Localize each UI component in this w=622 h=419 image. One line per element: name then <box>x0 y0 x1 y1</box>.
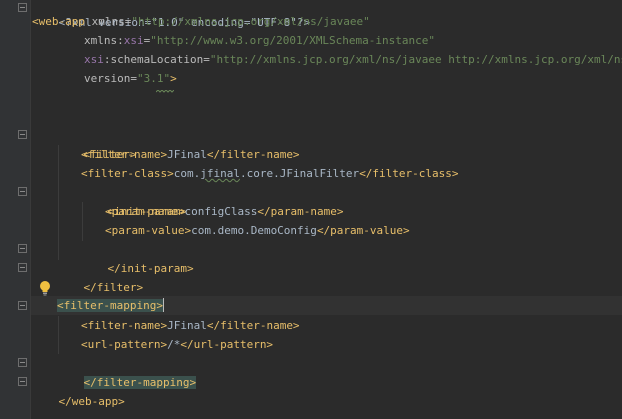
colon: : <box>117 34 124 47</box>
filter-class-text-suffix: .core.JFinalFilter <box>239 167 360 180</box>
code-line-10: <filter-class>com.jfinal.core.JFinalFilt… <box>81 164 459 183</box>
filter-name-close-tag: </filter-name> <box>206 319 300 332</box>
code-line-12: <param-name>configClass</param-name> <box>105 202 343 221</box>
xmlns-value: "http://xmlns.jcp.org/xml/ns/javaee" <box>131 15 370 28</box>
xsi-namespace: xsi <box>123 34 144 47</box>
code-line-14: </init-param> <box>81 240 194 275</box>
lightbulb-icon[interactable] <box>38 280 52 296</box>
filter-class-text-spellcheck: jfinal <box>200 167 240 180</box>
schema-location-value: "http://xmlns.jcp.org/xml/ns/javaee http… <box>209 53 622 66</box>
code-editor[interactable]: <?xml version="1.0" encoding="UTF-8"?> <… <box>0 0 622 419</box>
param-name-open-tag: <param-name> <box>105 205 185 218</box>
colon: : <box>103 53 111 66</box>
web-app-close-tag: </web-app> <box>58 395 125 408</box>
code-line-3: xmlns:xsi="http://www.w3.org/2001/XMLSch… <box>84 31 435 50</box>
code-line-13: <param-value>com.demo.DemoConfig</param-… <box>105 221 410 240</box>
fold-marker-icon[interactable] <box>18 3 27 12</box>
xsi-namespace: xsi <box>84 53 104 66</box>
fold-marker-icon[interactable] <box>18 263 27 272</box>
url-pattern-close-tag: </url-pattern> <box>180 338 274 351</box>
fold-marker-icon[interactable] <box>18 358 27 367</box>
url-pattern-text: /* <box>167 338 181 351</box>
equals-sign: = <box>130 72 137 85</box>
indent-guide <box>58 316 59 354</box>
param-value-open-tag: <param-value> <box>105 224 192 237</box>
filter-name-open-tag: <filter-name> <box>81 148 168 161</box>
fold-marker-icon[interactable] <box>18 187 27 196</box>
filter-name-close-tag: </filter-name> <box>206 148 300 161</box>
tag-close-bracket: > <box>170 72 177 85</box>
fold-marker-icon[interactable] <box>18 377 27 386</box>
filter-class-open-tag: <filter-class> <box>81 167 174 180</box>
fold-marker-icon[interactable] <box>18 301 27 310</box>
filter-class-close-tag: </filter-class> <box>359 167 459 180</box>
filter-class-text-prefix: com. <box>173 167 201 180</box>
filter-close-tag: </filter> <box>83 281 144 294</box>
code-line-17[interactable]: <filter-mapping> <box>57 296 164 315</box>
web-app-open-tag: <web-app <box>32 15 85 28</box>
code-line-18: <filter-name>JFinal</filter-name> <box>81 316 300 335</box>
code-line-4: xsi:schemaLocation="http://xmlns.jcp.org… <box>84 50 622 69</box>
text-caret <box>162 298 164 312</box>
code-line-15: </filter> <box>57 259 144 294</box>
code-line-8: <filter> <box>57 126 137 161</box>
code-line-21: </web-app> <box>32 373 125 408</box>
code-line-5: version="3.1"> <box>84 69 177 88</box>
code-line-20: </filter-mapping> <box>57 354 197 389</box>
code-line-2: <web-app xmlns="http://xmlns.jcp.org/xml… <box>32 12 370 31</box>
inspection-warning-squiggle <box>156 90 174 93</box>
gutter-separator <box>30 0 31 419</box>
version-attribute: version <box>84 72 131 85</box>
equals-sign: = <box>203 53 210 66</box>
param-name-close-tag: </param-name> <box>257 205 344 218</box>
code-line-9: <filter-name>JFinal</filter-name> <box>81 145 300 164</box>
code-line-11: <init-param> <box>81 183 187 218</box>
filter-name-text: JFinal <box>167 319 207 332</box>
schema-location-attribute: schemaLocation <box>110 53 204 66</box>
url-pattern-open-tag: <url-pattern> <box>81 338 168 351</box>
fold-marker-icon[interactable] <box>18 244 27 253</box>
xsi-value: "http://www.w3.org/2001/XMLSchema-instan… <box>150 34 436 47</box>
filter-name-open-tag: <filter-name> <box>81 319 168 332</box>
version-value: "3.1" <box>136 72 171 85</box>
param-value-text: com.demo.DemoConfig <box>191 224 317 237</box>
code-line-19: <url-pattern>/*</url-pattern> <box>81 335 273 354</box>
xmlns-attribute: xmlns <box>84 15 125 28</box>
filter-name-text: JFinal <box>167 148 207 161</box>
filter-mapping-open-tag: <filter-mapping> <box>57 299 163 312</box>
param-value-close-tag: </param-value> <box>316 224 410 237</box>
editor-gutter[interactable] <box>0 0 30 419</box>
xmlns-xsi-attribute: xmlns <box>84 34 118 47</box>
fold-marker-icon[interactable] <box>18 130 27 139</box>
param-name-text: configClass <box>184 205 258 218</box>
